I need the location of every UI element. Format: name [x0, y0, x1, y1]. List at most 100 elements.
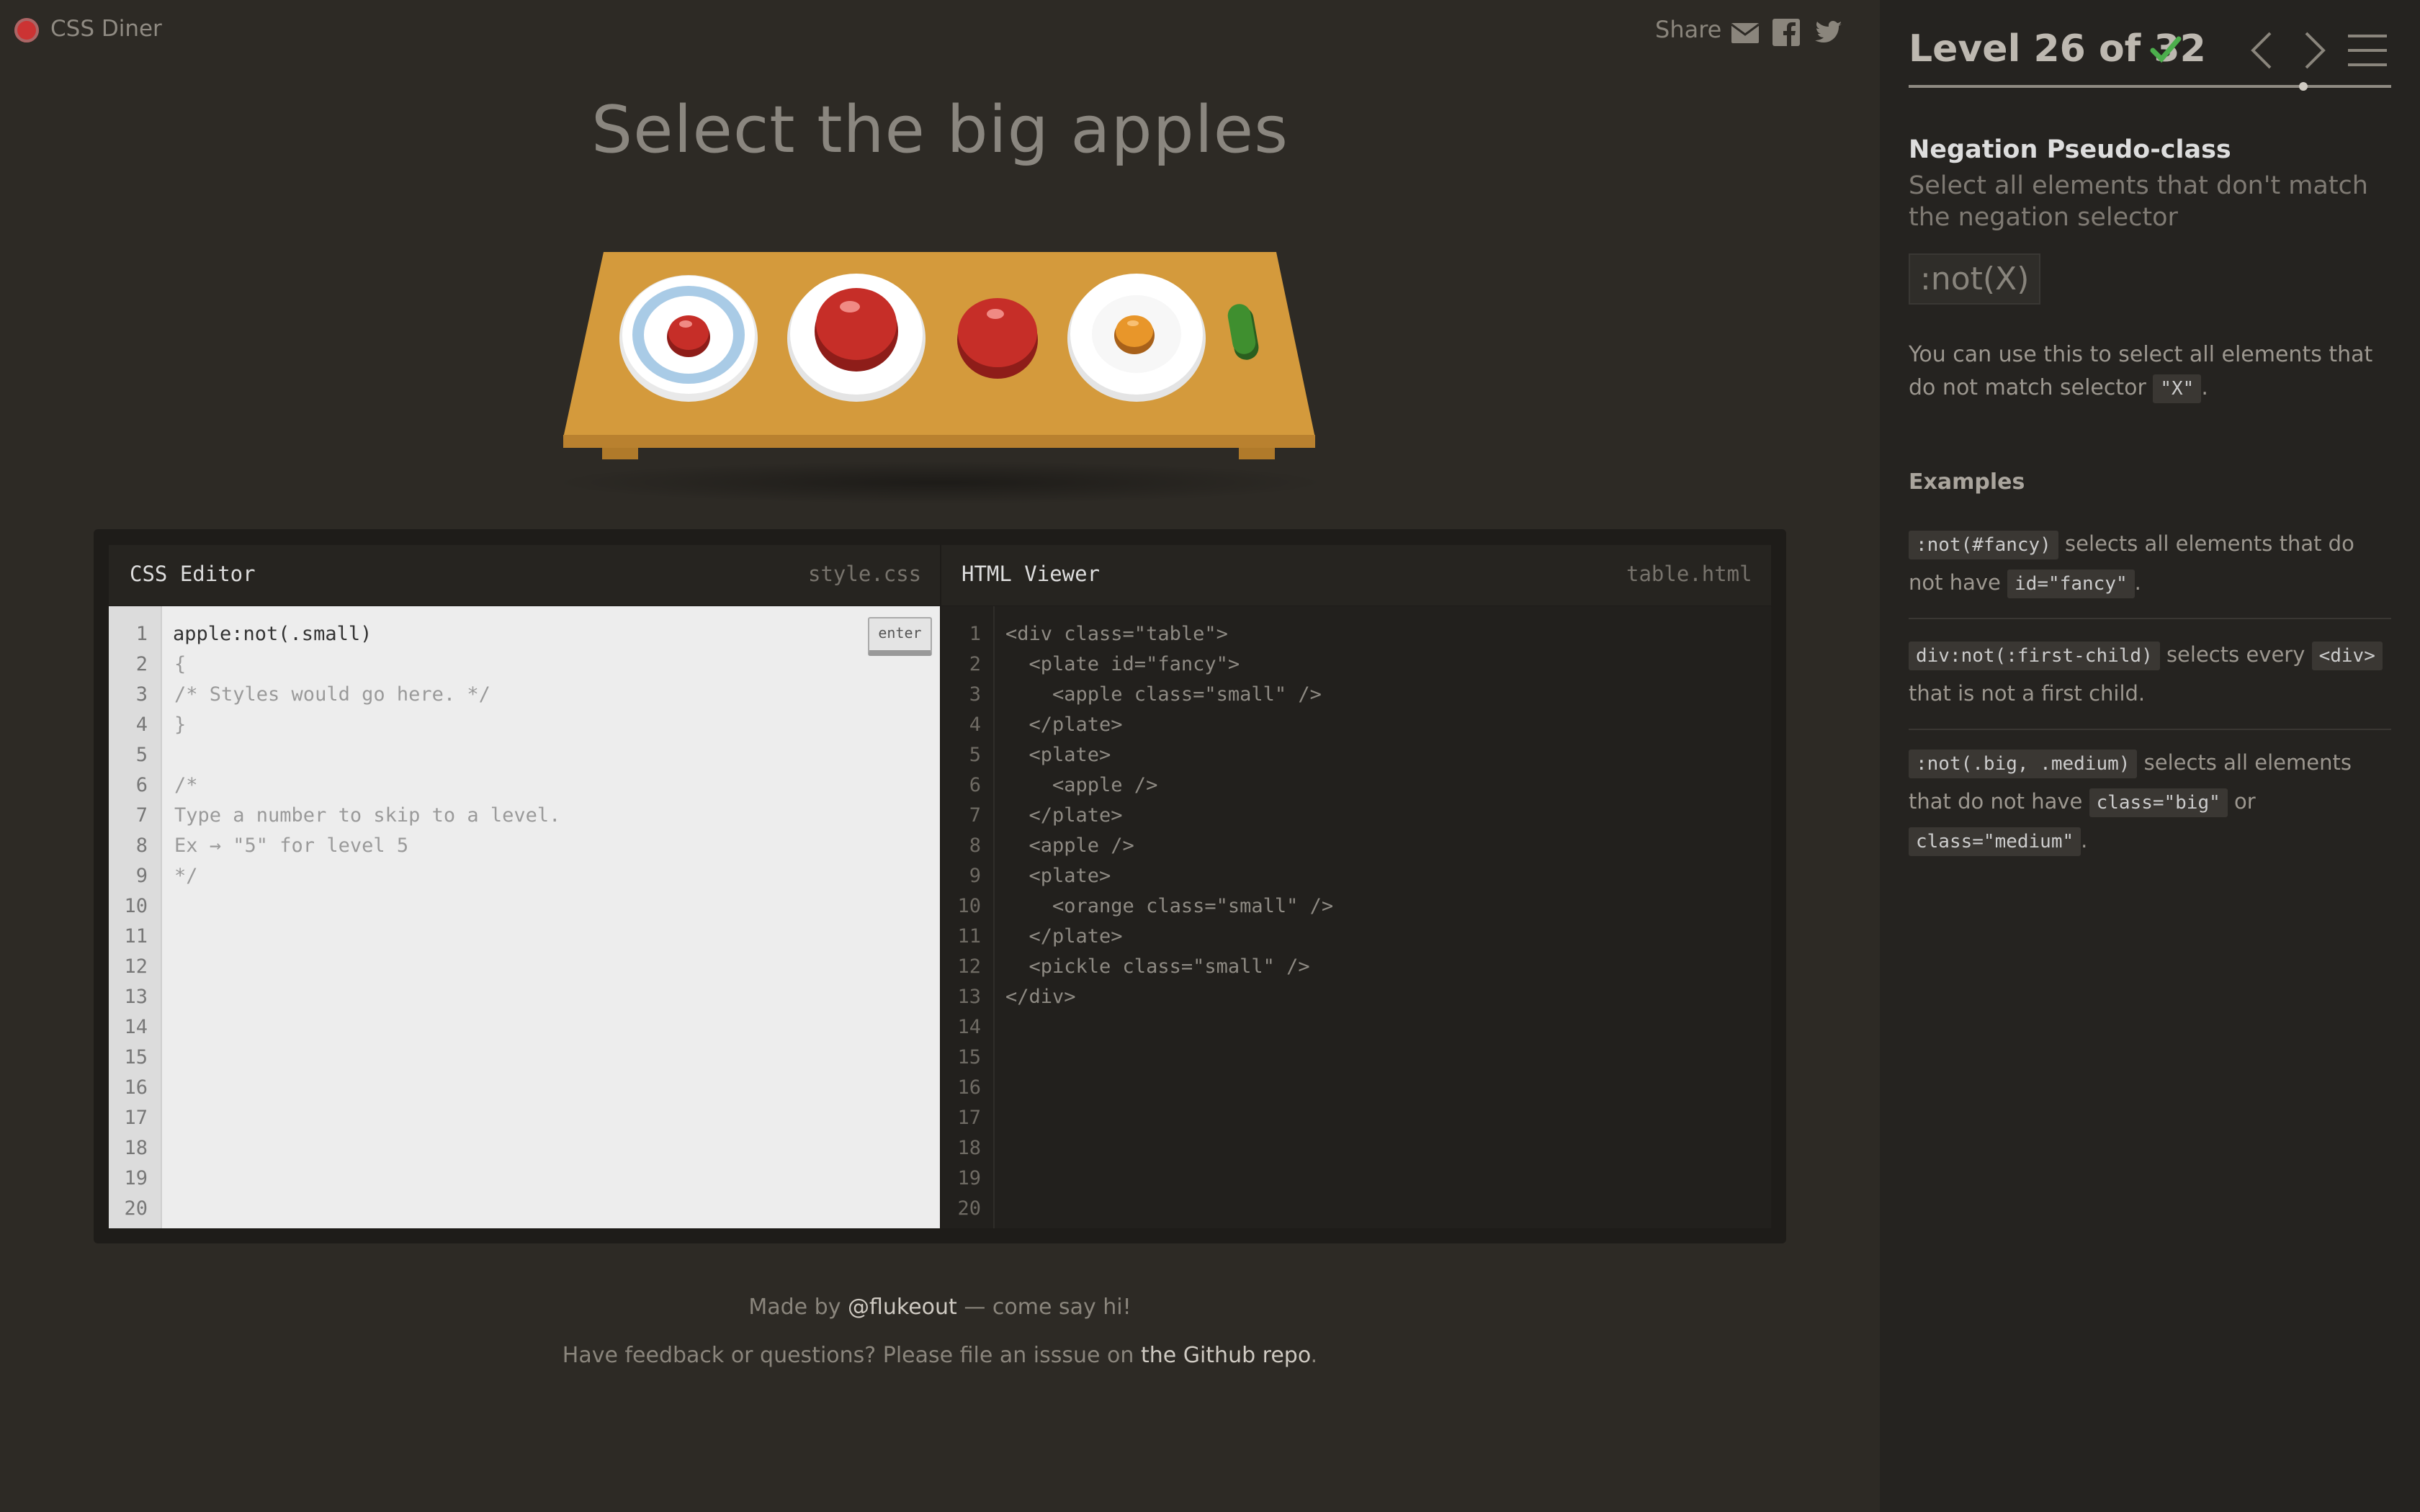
line-number: 14	[124, 1016, 148, 1038]
line-number: 12	[124, 955, 148, 978]
html-code-lines: <div class="table"> <plate id="fancy"> <…	[1005, 619, 1333, 1012]
app-title: CSS Diner	[50, 16, 162, 42]
line-number: 10	[957, 895, 981, 917]
next-level-icon[interactable]	[2302, 30, 2328, 71]
footer-text: — come say hi!	[956, 1295, 1131, 1320]
line-number: 16	[957, 1076, 981, 1099]
line-number: 19	[124, 1167, 148, 1189]
dinner-table	[563, 252, 1315, 459]
code-line: <apple />	[1005, 774, 1158, 796]
line-number: 18	[124, 1137, 148, 1159]
code-line: </plate>	[1005, 804, 1123, 827]
facebook-icon[interactable]	[1771, 17, 1801, 48]
selector-description: Select all elements that don't match the…	[1909, 171, 2368, 232]
footer-feedback: Have feedback or questions? Please file …	[0, 1343, 1880, 1368]
example-item: :not(#fancy) selects all elements that d…	[1909, 524, 2391, 602]
line-number: 4	[969, 714, 981, 736]
level-progress-marker	[2299, 82, 2308, 91]
selector-hint: You can use this to select all elements …	[1909, 338, 2377, 405]
github-link[interactable]: the Github repo	[1141, 1343, 1311, 1368]
footer-credit: Made by @flukeout — come say hi!	[0, 1295, 1880, 1320]
line-number: 9	[135, 865, 148, 887]
footer-text: Made by	[748, 1295, 848, 1320]
line-number: 13	[124, 986, 148, 1008]
line-number: 2	[969, 653, 981, 675]
example-text: .	[2134, 570, 2141, 595]
line-number: 20	[124, 1197, 148, 1220]
code-line: <apple />	[1005, 834, 1134, 857]
line-number: 16	[124, 1076, 148, 1099]
footer-text: Have feedback or questions? Please file …	[562, 1343, 1141, 1368]
line-number: 20	[957, 1197, 981, 1220]
line-number: 14	[957, 1016, 981, 1038]
line-number: 8	[135, 834, 148, 857]
css-file-name: style.css	[808, 562, 922, 586]
html-viewer-title: HTML Viewer	[962, 562, 1101, 586]
line-number: 13	[957, 986, 981, 1008]
code-line: </plate>	[1005, 714, 1123, 736]
line-number: 2	[135, 653, 148, 675]
line-number: 18	[957, 1137, 981, 1159]
code-line: </div>	[1005, 986, 1076, 1008]
examples-heading: Examples	[1909, 469, 2025, 495]
line-number: 11	[957, 925, 981, 948]
example-item: :not(.big, .medium) selects all elements…	[1909, 743, 2391, 860]
apple-big	[815, 288, 898, 372]
line-number: 15	[124, 1046, 148, 1068]
code-line: {	[174, 653, 187, 675]
line-number: 3	[135, 683, 148, 706]
line-number: 11	[124, 925, 148, 948]
orange-small	[1114, 315, 1155, 354]
apple-small	[667, 315, 710, 357]
code-line: <plate id="fancy">	[1005, 653, 1240, 675]
line-number: 1	[135, 623, 148, 645]
example-code: div:not(:first-child)	[1909, 642, 2160, 670]
code-line: <plate>	[1005, 744, 1111, 766]
line-number: 5	[969, 744, 981, 766]
line-number: 4	[135, 714, 148, 736]
example-code: :not(.big, .medium)	[1909, 750, 2138, 778]
logo-icon	[14, 18, 39, 42]
line-number: 17	[124, 1107, 148, 1129]
example-divider	[1909, 729, 2391, 730]
hint-code: "X"	[2153, 374, 2202, 403]
author-link[interactable]: @flukeout	[848, 1295, 957, 1320]
example-code: class="medium"	[1909, 827, 2081, 856]
line-number: 6	[135, 774, 148, 796]
example-item: div:not(:first-child) selects every <div…	[1909, 635, 2391, 713]
check-icon	[2150, 36, 2182, 63]
example-code: class="big"	[2089, 788, 2228, 817]
previous-level-icon[interactable]	[2249, 30, 2275, 71]
example-code: :not(#fancy)	[1909, 531, 2058, 559]
code-line: /*	[174, 774, 198, 796]
line-number: 19	[957, 1167, 981, 1189]
hint-text: .	[2201, 375, 2208, 400]
table-shadow	[547, 461, 1332, 504]
line-number: 9	[969, 865, 981, 887]
twitter-icon[interactable]	[1814, 17, 1844, 48]
code-line: }	[174, 714, 187, 736]
code-line: <div class="table">	[1005, 623, 1228, 645]
email-icon[interactable]	[1730, 17, 1760, 48]
line-number: 8	[969, 834, 981, 857]
example-divider	[1909, 618, 2391, 619]
line-number: 12	[957, 955, 981, 978]
code-line: </plate>	[1005, 925, 1123, 948]
enter-button[interactable]: enter	[868, 617, 932, 656]
selector-syntax: :not(X)	[1909, 253, 2041, 305]
css-line-numbers: 1 2 3 4 5 6 7 8 9 10 11 12 13 14 15 16 17 18 19 20	[104, 619, 148, 1224]
menu-icon[interactable]	[2347, 32, 2388, 69]
line-number: 3	[969, 683, 981, 706]
code-line: <apple class="small" />	[1005, 683, 1322, 706]
code-line: Type a number to skip to a level.	[174, 804, 561, 827]
hint-text: You can use this to select all elements …	[1909, 342, 2373, 400]
code-line: <orange class="small" />	[1005, 895, 1334, 917]
example-text: or	[2227, 789, 2256, 814]
line-number: 7	[969, 804, 981, 827]
line-number: 6	[969, 774, 981, 796]
line-number: 15	[957, 1046, 981, 1068]
apple-big	[957, 298, 1038, 379]
selector-name: Negation Pseudo-class	[1909, 135, 2231, 164]
